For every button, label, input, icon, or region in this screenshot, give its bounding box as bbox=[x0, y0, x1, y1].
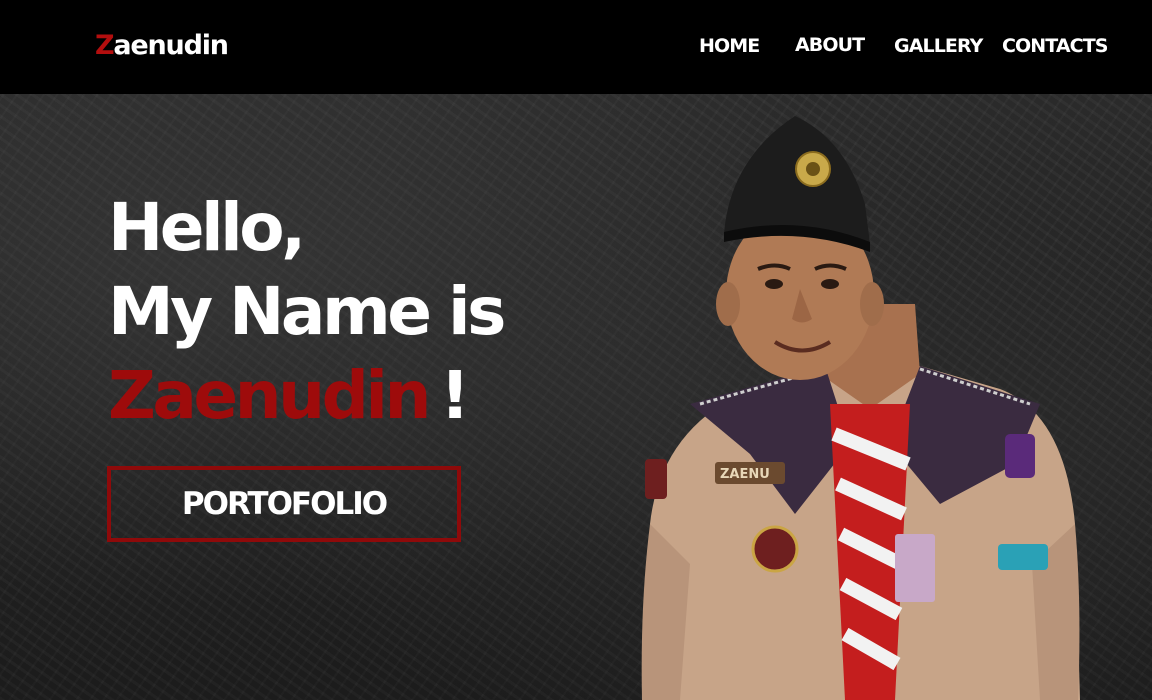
hero-heading: Hello, My Name is Zaenudin! bbox=[108, 186, 506, 438]
cap-badge-center bbox=[806, 162, 820, 176]
hero-name-line: Zaenudin! bbox=[108, 354, 503, 438]
ear-right bbox=[860, 282, 884, 326]
scout-cap bbox=[724, 116, 870, 244]
badge-left bbox=[751, 525, 799, 573]
id-card bbox=[895, 534, 935, 602]
badge-blue bbox=[998, 544, 1048, 570]
name-tag-text: ZAENU bbox=[720, 467, 770, 482]
badge-sleeve-right bbox=[1005, 434, 1035, 478]
eye-right bbox=[821, 279, 839, 289]
nav-link-home[interactable]: HOME bbox=[699, 35, 760, 57]
navbar: Zaenudin HOME ABOUT GALLERY CONTACTS bbox=[0, 0, 1152, 94]
nav-link-gallery[interactable]: GALLERY bbox=[894, 35, 983, 57]
nav-link-about[interactable]: ABOUT bbox=[795, 34, 865, 56]
hero-exclamation: ! bbox=[439, 357, 470, 434]
hero-section: Hello, My Name is Zaenudin! PORTOFOLIO Z… bbox=[0, 94, 1152, 700]
portfolio-button[interactable]: PORTOFOLIO bbox=[107, 466, 461, 542]
hero-intro: My Name is bbox=[108, 273, 506, 350]
hero-greeting: Hello, bbox=[108, 189, 306, 266]
portrait-photo: ZAENU bbox=[641, 116, 1080, 700]
hero-name: Zaenudin bbox=[108, 357, 431, 434]
badge-sleeve-left bbox=[645, 459, 667, 499]
nav-link-contacts[interactable]: CONTACTS bbox=[1002, 35, 1108, 57]
ear-left bbox=[716, 282, 740, 326]
main-nav: HOME ABOUT GALLERY CONTACTS bbox=[0, 34, 1152, 64]
eye-left bbox=[765, 279, 783, 289]
